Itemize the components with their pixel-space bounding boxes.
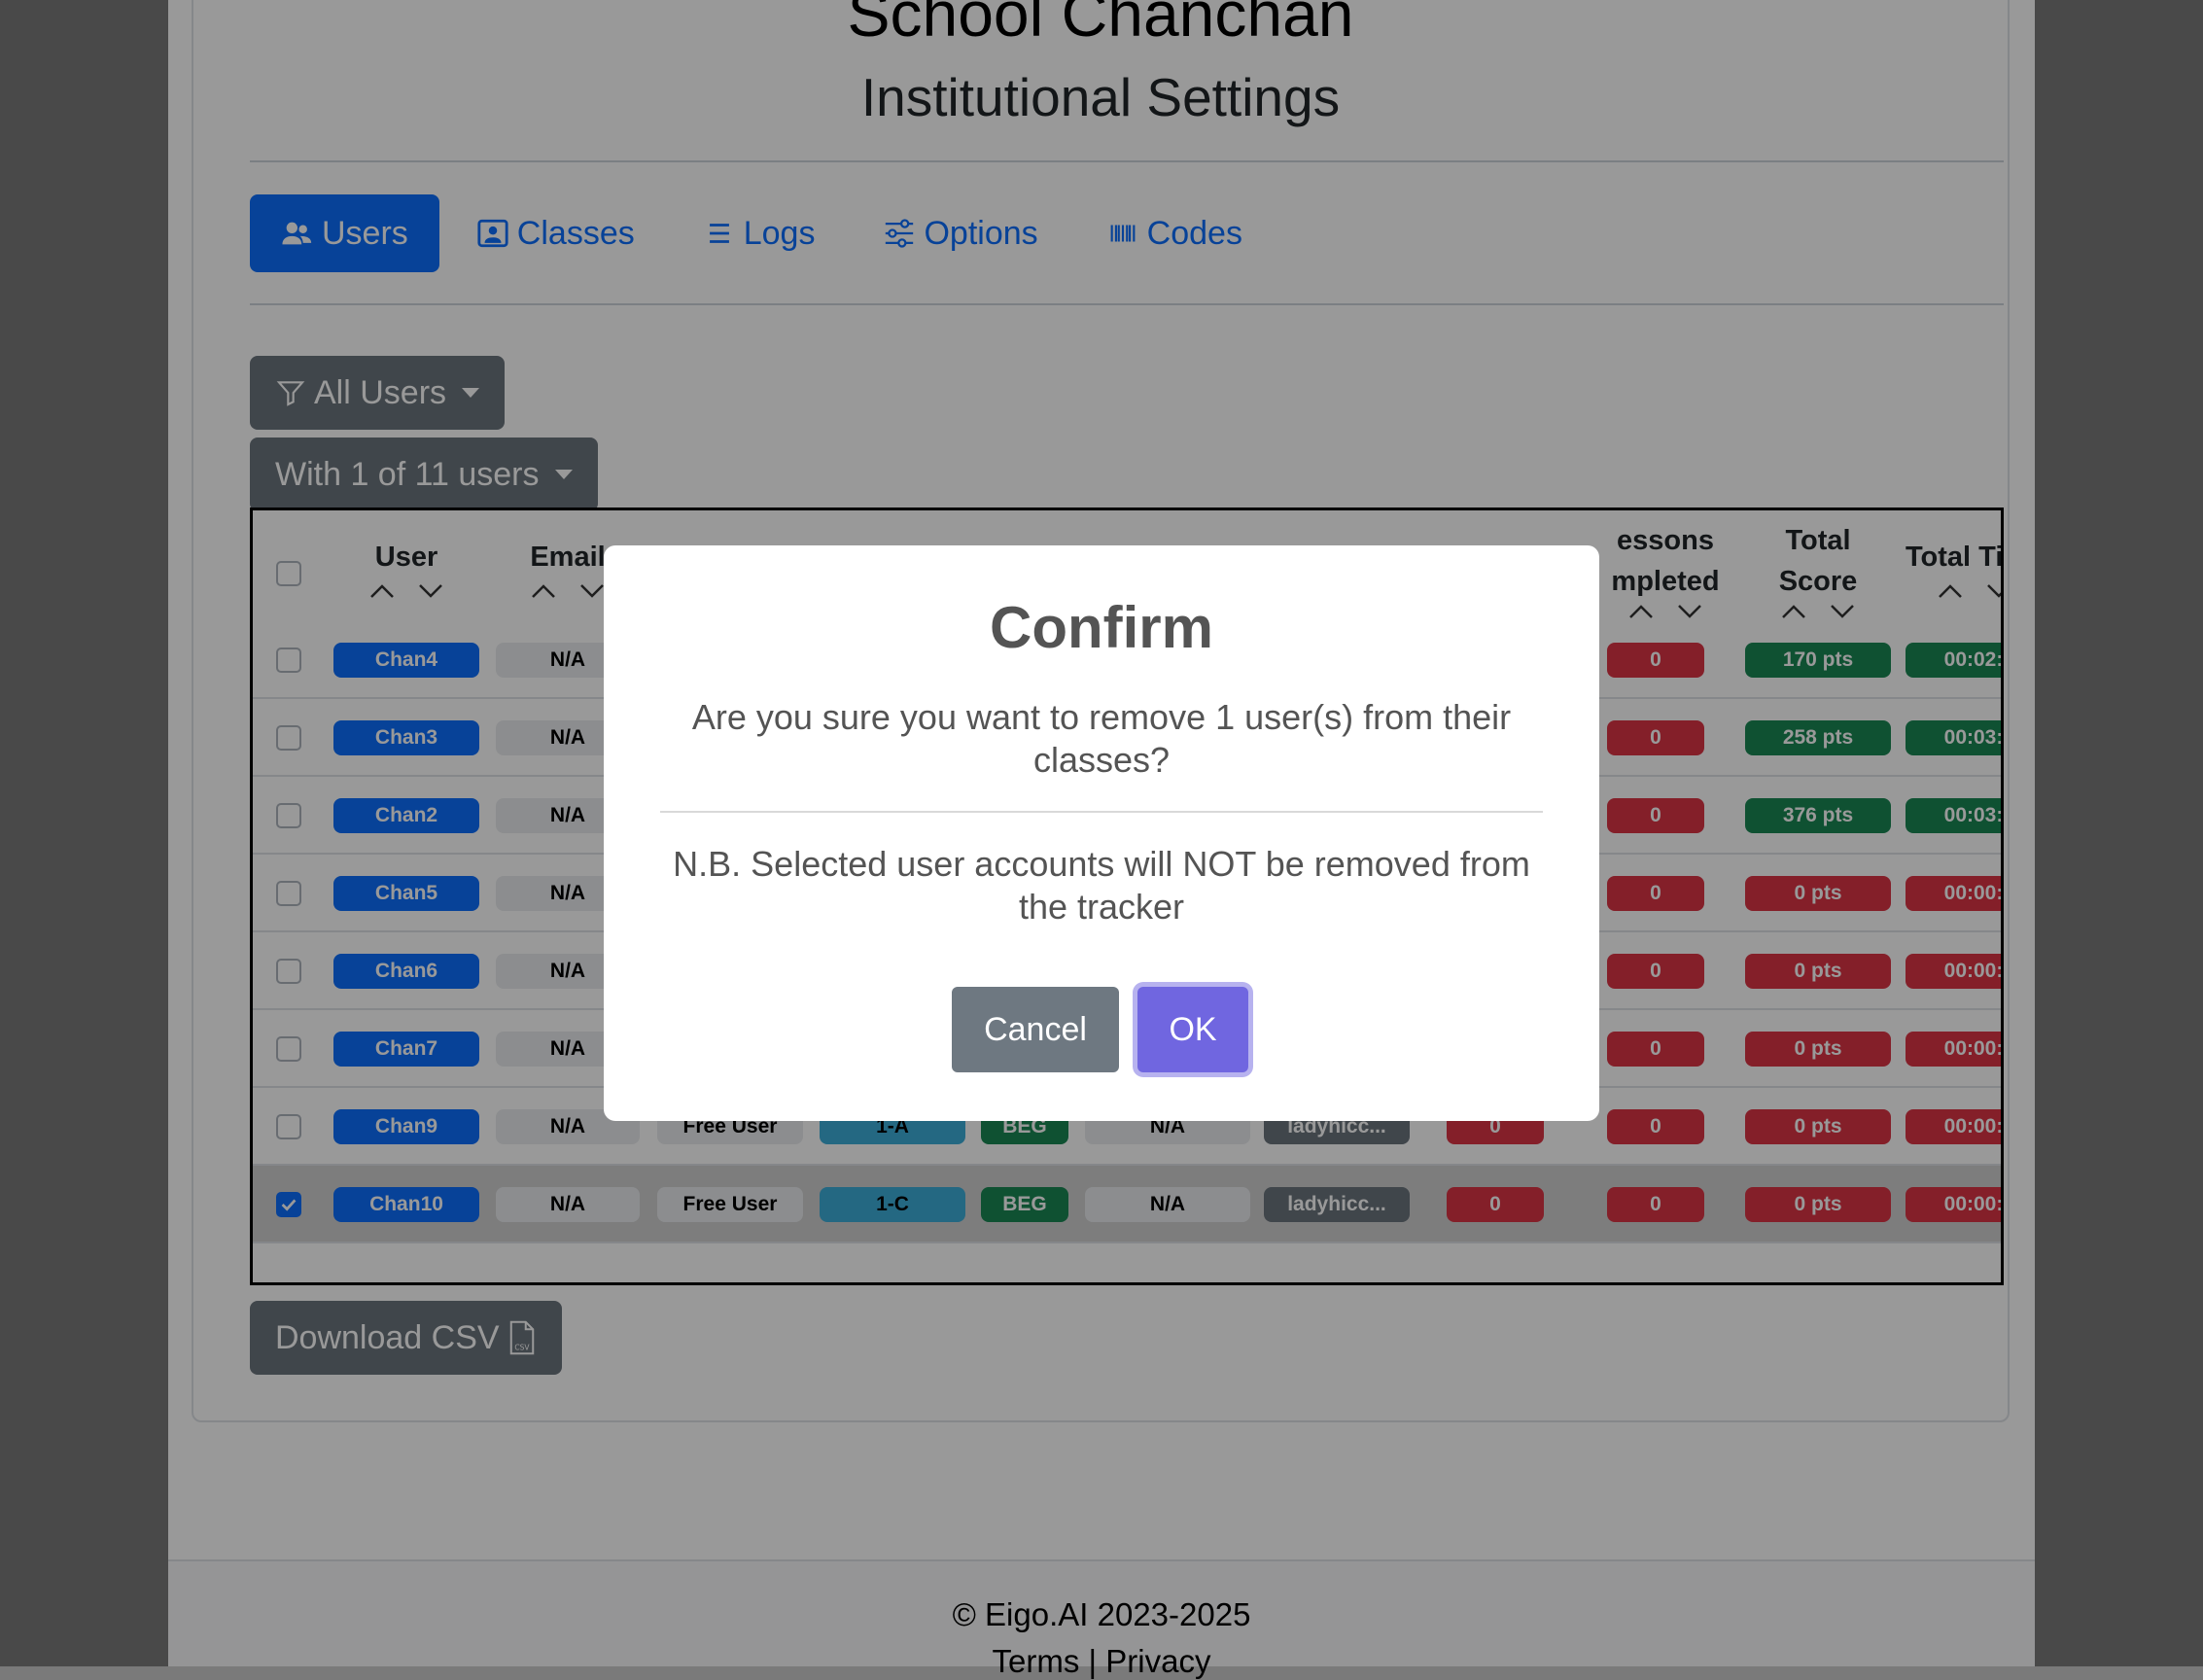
ok-button[interactable]: OK [1137, 987, 1248, 1072]
dialog-divider [660, 811, 1543, 813]
dialog-message: Are you sure you want to remove 1 user(s… [691, 697, 1512, 780]
dialog-note: N.B. Selected user accounts will NOT be … [673, 844, 1530, 927]
confirm-dialog: Confirm Are you sure you want to remove … [604, 545, 1599, 1121]
dialog-title: Confirm [990, 595, 1213, 660]
cancel-button[interactable]: Cancel [952, 987, 1119, 1072]
